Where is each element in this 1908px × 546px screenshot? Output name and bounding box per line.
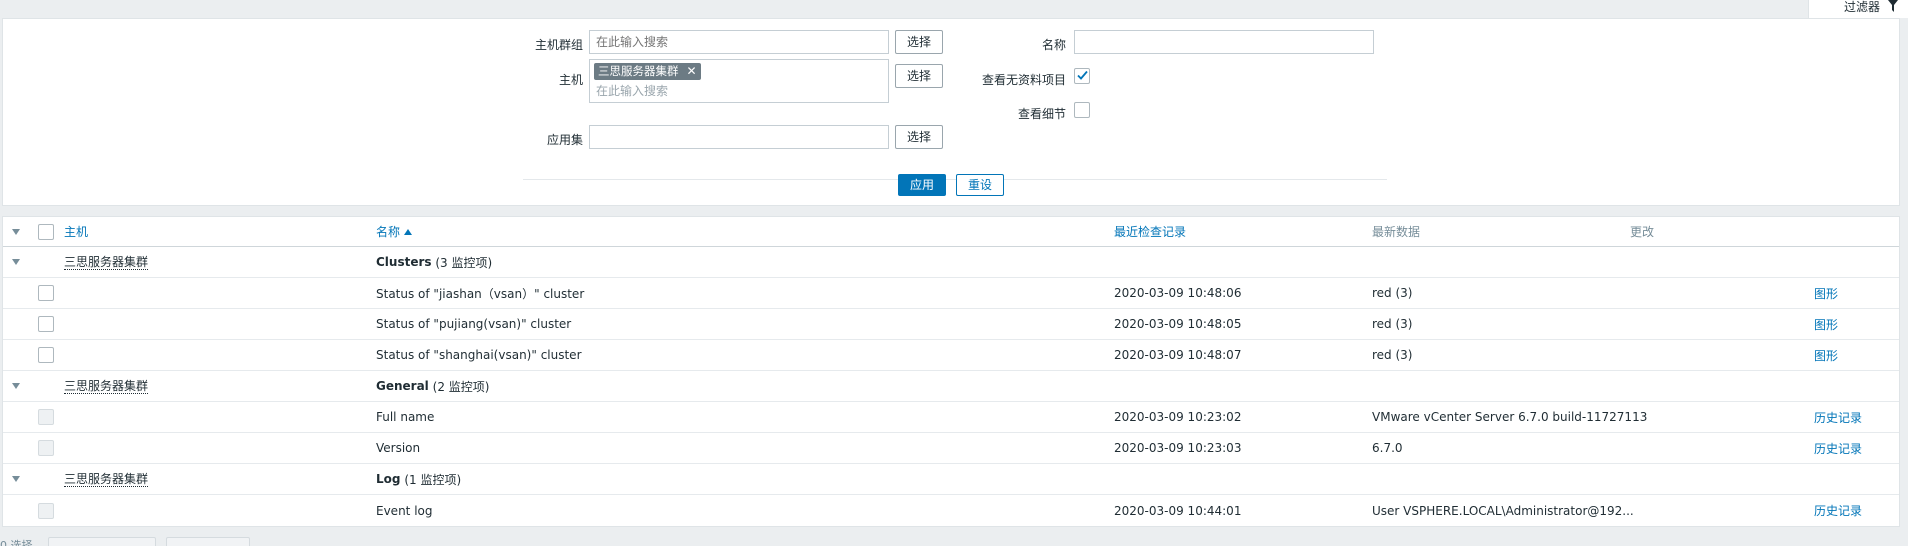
show-without-data-label: 查看无资料项目: [981, 73, 1066, 87]
group-app: Log (1 监控项): [376, 472, 462, 487]
item-last-check: 2020-03-09 10:44:01: [1114, 503, 1242, 518]
triangle-down-icon: [12, 476, 20, 482]
item-last-check: 2020-03-09 10:23:03: [1114, 441, 1242, 455]
row-checkbox-disabled: [38, 440, 54, 456]
table-row: Event log 2020-03-09 10:44:01 User VSPHE…: [3, 495, 1899, 526]
col-name[interactable]: 名称: [376, 217, 413, 246]
triangle-down-icon: [12, 228, 20, 235]
show-without-data-checkbox[interactable]: [1074, 68, 1090, 84]
funnel-icon: [1888, 0, 1898, 12]
item-name: Status of "jiashan（vsan）" cluster: [376, 286, 585, 301]
application-select-button[interactable]: 选择: [895, 125, 943, 149]
show-details-checkbox[interactable]: [1074, 102, 1090, 118]
row-checkbox[interactable]: [38, 316, 54, 332]
item-history-link[interactable]: 历史记录: [1814, 495, 1862, 526]
name-label: 名称: [1041, 38, 1066, 52]
item-last-value: VMware vCenter Server 6.7.0 build-117271…: [1372, 410, 1648, 424]
filter-tab[interactable]: 过滤器: [1808, 0, 1908, 18]
host-select-button[interactable]: 选择: [895, 64, 943, 88]
item-graph-link[interactable]: 图形: [1814, 340, 1838, 370]
item-last-value: User VSPHERE.LOCAL\Administrator@192...: [1372, 503, 1634, 518]
col-change: 更改: [1630, 225, 1655, 239]
select-all-checkbox[interactable]: [38, 223, 54, 240]
col-last-check[interactable]: 最近检查记录: [1114, 217, 1186, 246]
row-checkbox-disabled: [38, 502, 54, 519]
apply-button[interactable]: 应用: [898, 174, 946, 196]
host-chip: 三思服务器集群 ✕: [594, 63, 701, 80]
host-group-input[interactable]: [589, 30, 889, 54]
sort-asc-icon: [404, 228, 413, 235]
row-checkbox[interactable]: [38, 347, 54, 363]
table-row: Status of "pujiang(vsan)" cluster 2020-0…: [3, 309, 1899, 340]
item-history-link[interactable]: 历史记录: [1814, 433, 1862, 463]
item-last-check: 2020-03-09 10:48:06: [1114, 286, 1242, 300]
item-last-value: 6.7.0: [1372, 441, 1403, 455]
group-host[interactable]: 三思服务器集群: [64, 371, 149, 401]
host-search-placeholder[interactable]: 在此输入搜索: [596, 82, 668, 99]
selected-count: 0 选择: [0, 539, 33, 546]
item-name: Full name: [376, 410, 435, 424]
checkmark-icon: [1077, 70, 1088, 80]
item-graph-link[interactable]: 图形: [1814, 309, 1838, 339]
host-multiselect[interactable]: 三思服务器集群 ✕ 在此输入搜索: [589, 59, 889, 103]
remove-chip-icon[interactable]: ✕: [687, 63, 697, 80]
row-checkbox-disabled: [38, 409, 54, 425]
item-name: Status of "shanghai(vsan)" cluster: [376, 348, 582, 362]
table-row: Version 2020-03-09 10:23:03 6.7.0 历史记录: [3, 433, 1899, 464]
table-row: Status of "jiashan（vsan）" cluster 2020-0…: [3, 278, 1899, 309]
group-toggle[interactable]: [12, 247, 20, 277]
triangle-down-icon: [12, 383, 20, 389]
group-host[interactable]: 三思服务器集群: [64, 464, 149, 494]
host-chip-label: 三思服务器集群: [598, 64, 679, 78]
group-row: 三思服务器集群 Clusters (3 监控项): [3, 247, 1899, 278]
table-row: Status of "shanghai(vsan)" cluster 2020-…: [3, 340, 1899, 371]
item-last-check: 2020-03-09 10:48:07: [1114, 348, 1242, 362]
filter-panel: 主机群组 选择 主机 三思服务器集群 ✕ 在此输入搜索 选择 应用集 选择 名称…: [2, 18, 1900, 206]
host-label: 主机: [558, 73, 583, 87]
collapse-all-toggle[interactable]: [12, 217, 20, 246]
item-name: Status of "pujiang(vsan)" cluster: [376, 317, 572, 331]
mass-action-button: [48, 537, 156, 546]
group-app: General (2 监控项): [376, 379, 490, 394]
col-host[interactable]: 主机: [64, 217, 88, 246]
item-name: Event log: [376, 503, 433, 518]
triangle-down-icon: [12, 259, 20, 265]
footer: 0 选择: [0, 537, 400, 546]
reset-button[interactable]: 重设: [956, 174, 1004, 196]
row-checkbox[interactable]: [38, 285, 54, 301]
group-row: 三思服务器集群 Log (1 监控项): [3, 464, 1899, 495]
group-toggle[interactable]: [12, 464, 20, 494]
col-name-label: 名称: [376, 225, 401, 239]
item-last-check: 2020-03-09 10:23:02: [1114, 410, 1242, 424]
group-host[interactable]: 三思服务器集群: [64, 247, 149, 277]
item-last-value: red (3): [1372, 317, 1413, 331]
item-name: Version: [376, 441, 421, 455]
mass-action-button: [166, 537, 250, 546]
item-history-link[interactable]: 历史记录: [1814, 402, 1862, 432]
application-input[interactable]: [589, 125, 889, 149]
item-last-check: 2020-03-09 10:48:05: [1114, 317, 1242, 331]
filter-tab-label: 过滤器: [1843, 0, 1880, 14]
group-app: Clusters (3 监控项): [376, 255, 493, 270]
show-details-label: 查看细节: [1017, 107, 1066, 121]
group-row: 三思服务器集群 General (2 监控项): [3, 371, 1899, 402]
table-header: 主机 名称 最近检查记录 最新数据 更改: [3, 217, 1899, 247]
item-graph-link[interactable]: 图形: [1814, 278, 1838, 308]
item-last-value: red (3): [1372, 348, 1413, 362]
host-group-select-button[interactable]: 选择: [895, 30, 943, 54]
name-input[interactable]: [1074, 30, 1374, 54]
item-last-value: red (3): [1372, 286, 1413, 300]
table-row: Full name 2020-03-09 10:23:02 VMware vCe…: [3, 402, 1899, 433]
group-toggle[interactable]: [12, 371, 20, 401]
select-all-checkbox-wrap[interactable]: [38, 217, 54, 246]
filter-divider: [523, 179, 1387, 180]
application-label: 应用集: [546, 133, 583, 147]
items-table: 主机 名称 最近检查记录 最新数据 更改 三思服务器集群 Clusters (3…: [2, 216, 1900, 527]
col-last-value: 最新数据: [1372, 225, 1421, 239]
host-group-label: 主机群组: [534, 38, 583, 52]
